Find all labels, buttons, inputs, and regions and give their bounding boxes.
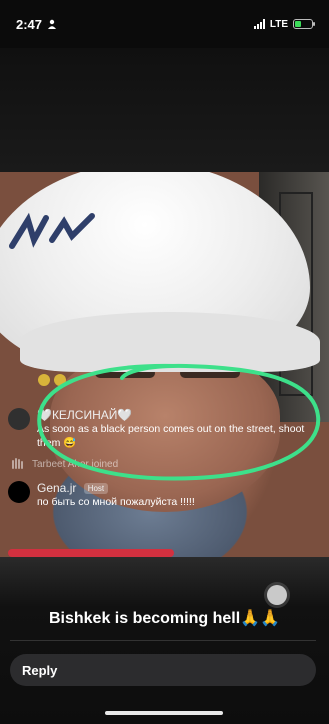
cap-brim: [20, 312, 320, 372]
wave-icon: [10, 456, 24, 473]
network-label: LTE: [269, 18, 288, 30]
reply-input[interactable]: Reply: [10, 654, 316, 686]
avatar: [8, 481, 30, 503]
comment-body: 🤍КЕЛСИНАЙ🤍 As soon as a black person com…: [37, 408, 318, 450]
divider: [10, 640, 316, 641]
emoji-icon: [38, 374, 50, 386]
clock: 2:47: [16, 16, 43, 32]
battery-icon: [293, 19, 315, 29]
avatar: [8, 408, 30, 430]
comment-text: по быть со мной пожалуйста !!!!!: [37, 496, 195, 508]
status-left: 2:47: [16, 17, 57, 32]
reaction-emojis: [38, 374, 66, 386]
comment-item: Gena.jr Host по быть со мной пожалуйста …: [8, 481, 318, 509]
story-progress-handle[interactable]: [267, 585, 287, 605]
comment-username-row: Gena.jr Host: [37, 481, 195, 495]
comment-body: Gena.jr Host по быть со мной пожалуйста …: [37, 481, 195, 509]
person-icon: [47, 17, 57, 32]
join-text: Tarbeet Ahor joined: [32, 459, 119, 470]
reply-placeholder: Reply: [22, 662, 58, 678]
comment-item: 🤍КЕЛСИНАЙ🤍 As soon as a black person com…: [8, 408, 318, 450]
host-badge: Host: [83, 483, 109, 495]
comment-username: Gena.jr: [37, 481, 77, 495]
comment-text: As soon as a black person comes out on t…: [37, 423, 305, 449]
live-indicator-bar: [8, 549, 174, 557]
join-notice: Tarbeet Ahor joined: [10, 456, 318, 473]
emoji-icon: [54, 374, 66, 386]
cap-logo: [8, 210, 98, 255]
live-comments: 🤍КЕЛСИНАЙ🤍 As soon as a black person com…: [8, 408, 318, 515]
signal-icon: [253, 19, 265, 29]
comment-username: 🤍КЕЛСИНАЙ🤍: [37, 408, 133, 422]
status-right: LTE: [253, 18, 315, 30]
story-caption: Bishkek is becoming hell🙏🙏: [48, 610, 280, 627]
home-indicator: [105, 711, 223, 715]
story-top-area: [0, 48, 329, 172]
status-bar: 2:47 LTE: [0, 0, 329, 48]
